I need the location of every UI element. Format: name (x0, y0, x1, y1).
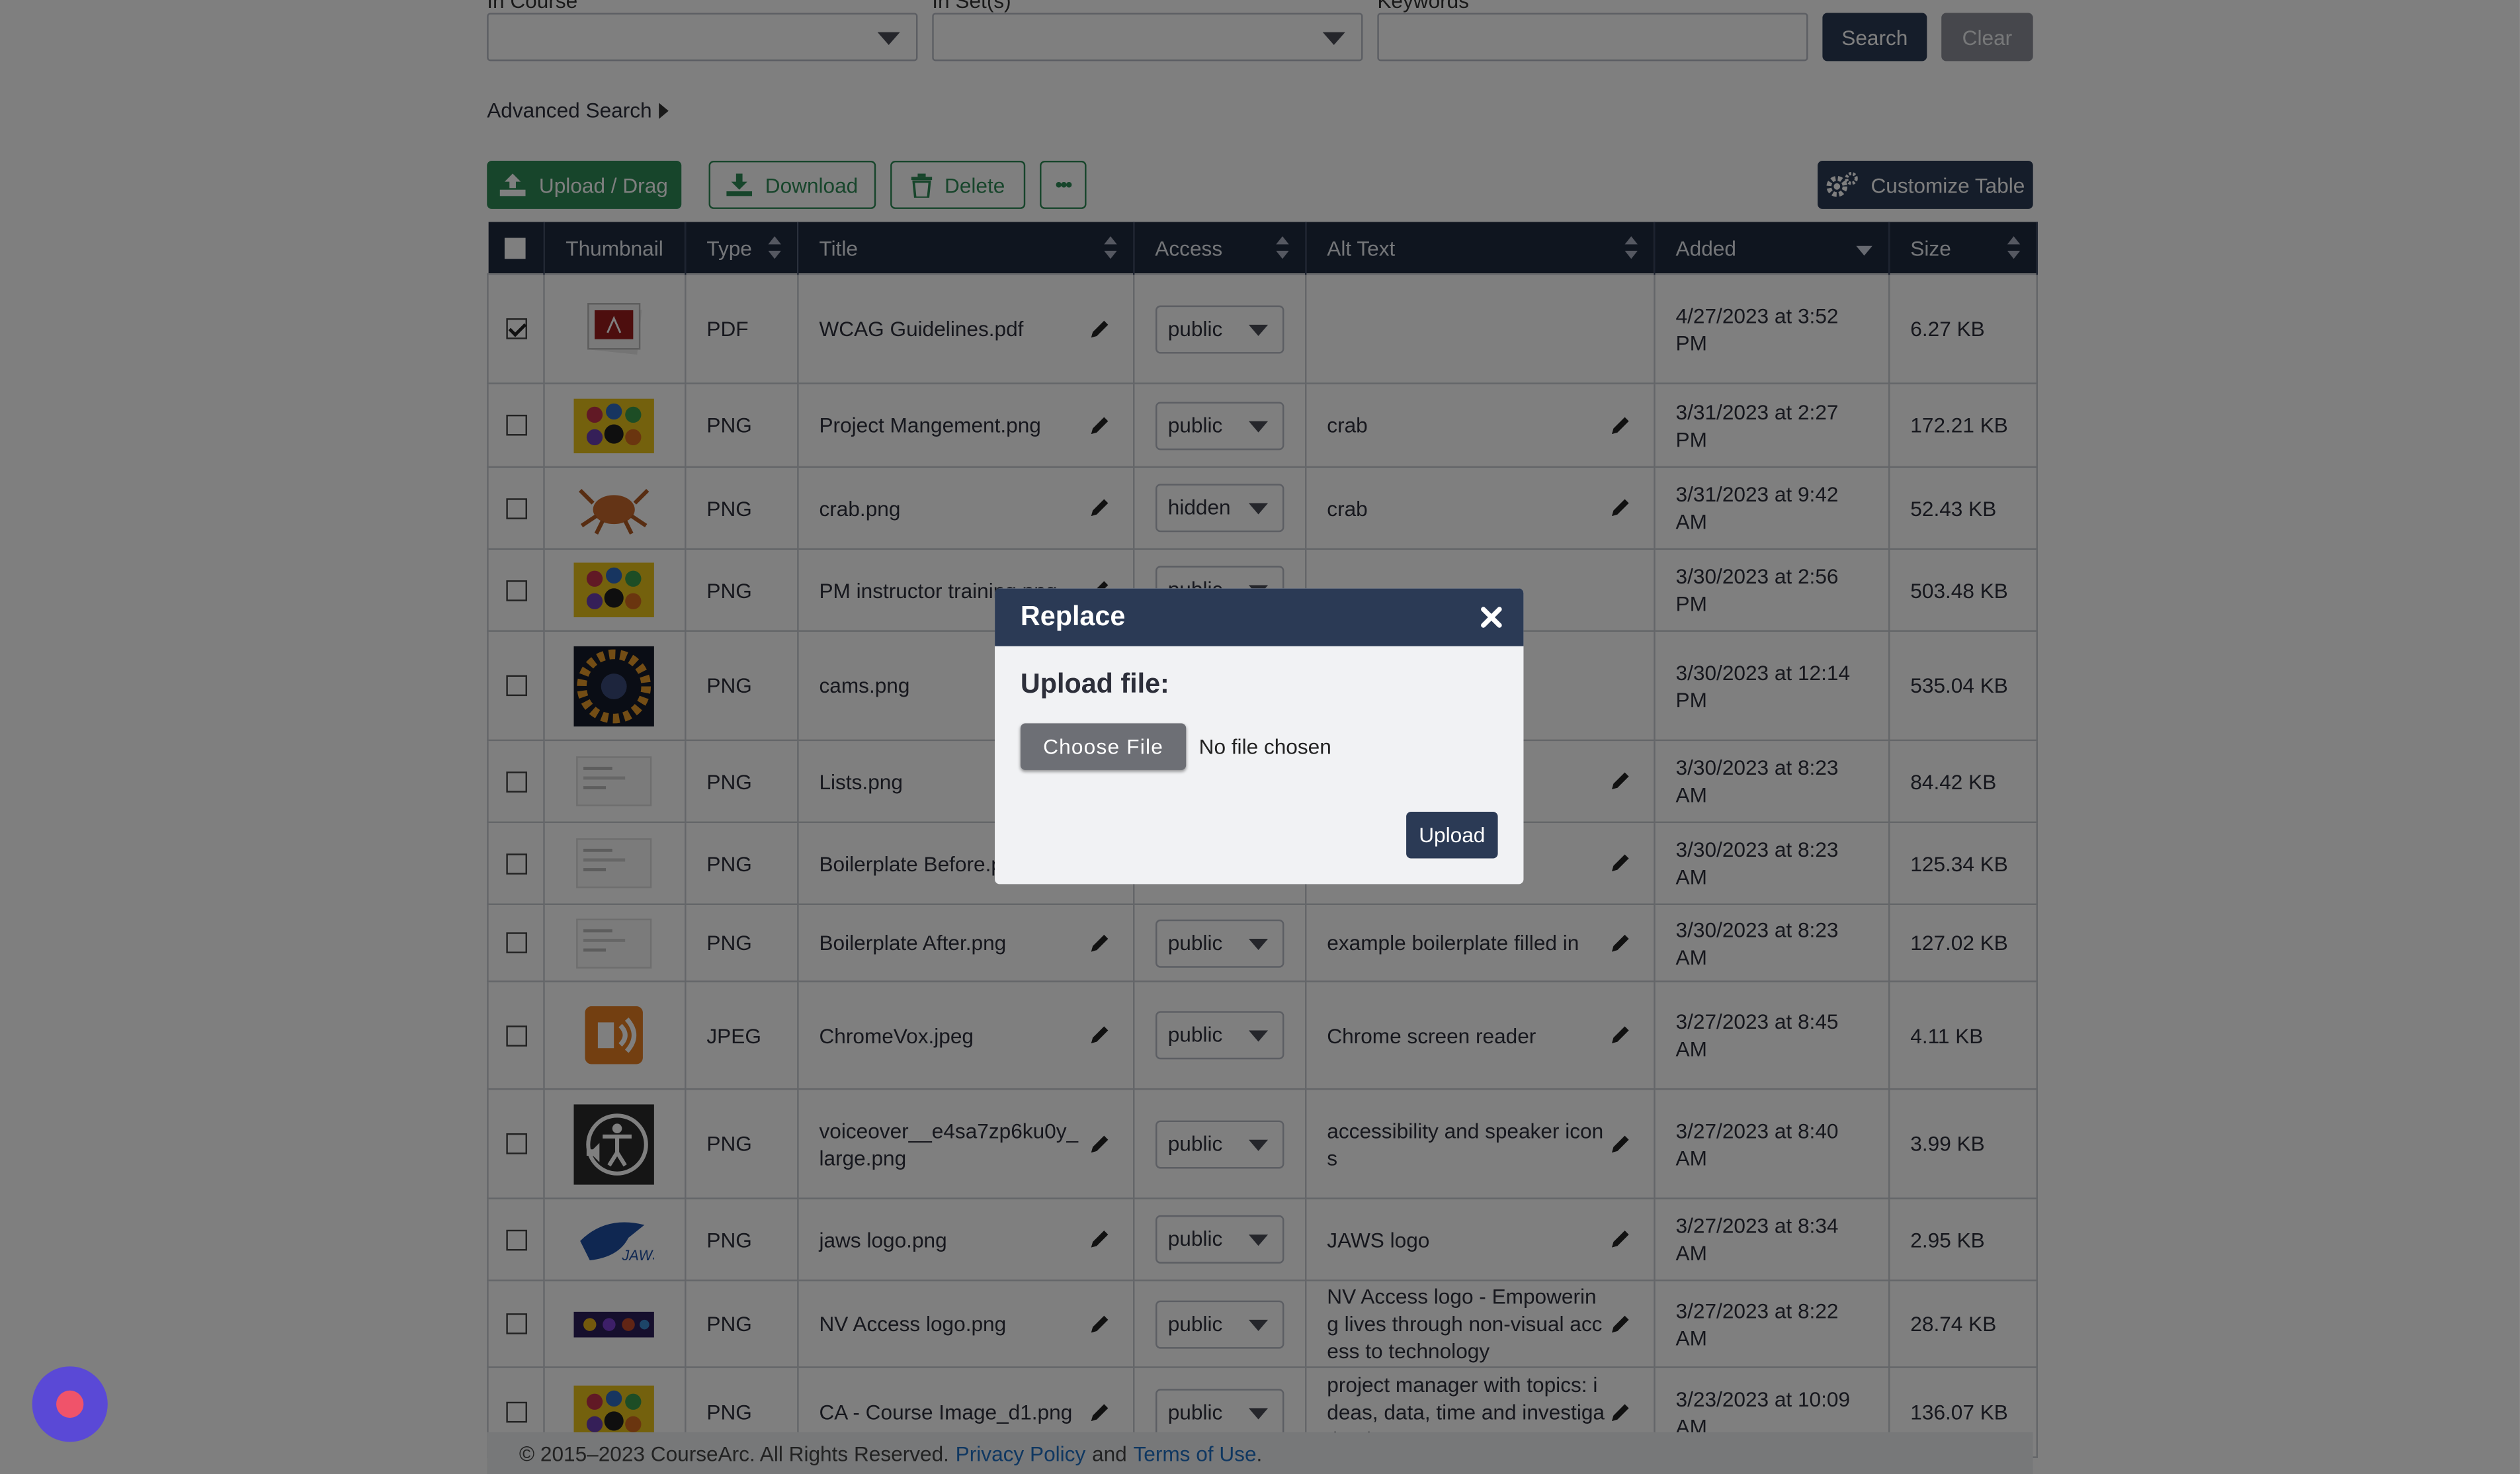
dialog-header: Replace (995, 588, 1524, 646)
media-library-page: In Course In Set(s) Keywords Search Clea… (0, 0, 2520, 1474)
choose-file-button[interactable]: Choose File (1020, 723, 1187, 770)
dialog-title: Replace (1020, 601, 1126, 632)
upload-file-heading: Upload file: (1020, 668, 1169, 699)
close-icon[interactable] (1480, 606, 1503, 629)
no-file-chosen-text: No file chosen (1198, 734, 1331, 759)
replace-dialog: Replace Upload file: Choose File No file… (995, 588, 1524, 885)
upload-button[interactable]: Upload (1406, 812, 1498, 859)
accessibility-widget-button[interactable] (32, 1366, 108, 1442)
